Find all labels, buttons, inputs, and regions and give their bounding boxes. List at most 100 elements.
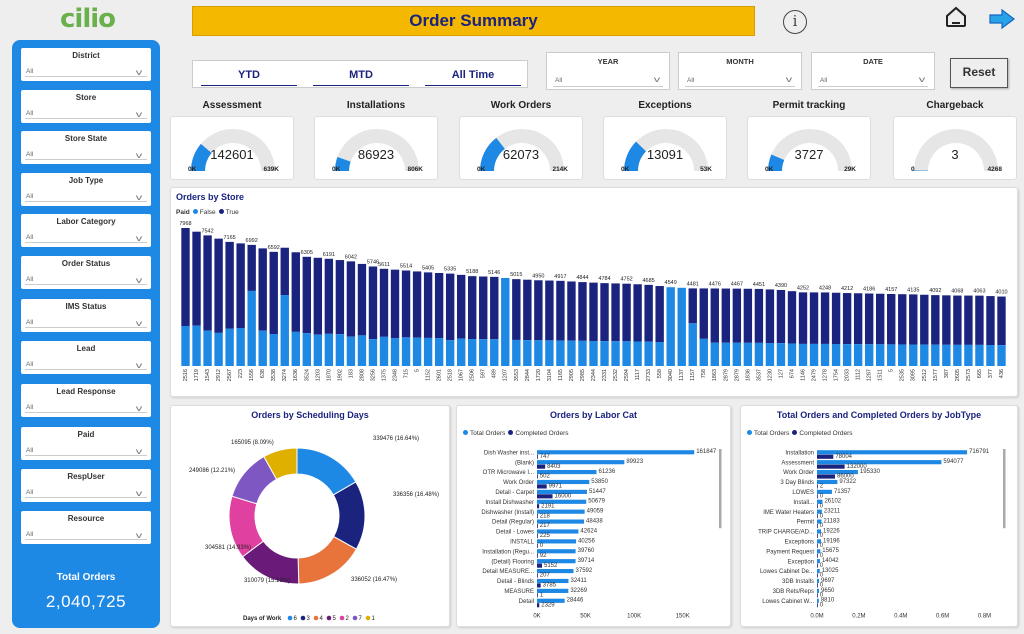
data-label: 4252: [797, 285, 809, 291]
bar-true: [203, 235, 212, 331]
date-dropdown[interactable]: DATE All v: [811, 52, 935, 90]
data-label: 4685: [643, 278, 655, 284]
category-label: MEASURE: [504, 589, 534, 595]
x-tick-label: 0.8M: [978, 613, 991, 619]
info-icon[interactable]: i: [783, 10, 807, 34]
bar-false: [456, 338, 466, 366]
bar-false: [754, 342, 764, 366]
bar-false: [203, 330, 212, 366]
gauge-max: 29K: [844, 166, 856, 173]
data-label: 32411: [570, 578, 587, 584]
data-label: 9971: [549, 484, 563, 490]
x-tick-label: 2905: [569, 369, 575, 381]
category-label: Lowes Cabinet W...: [762, 599, 814, 605]
bar-false: [864, 344, 874, 366]
bar-false: [710, 342, 719, 366]
data-label: 5405: [422, 265, 434, 271]
bar-true: [247, 244, 256, 291]
filter-value: All: [26, 110, 34, 117]
filter-ims-status-dropdown[interactable]: IMS Status All v: [21, 299, 151, 332]
filter-order-status-dropdown[interactable]: Order Status All v: [21, 256, 151, 289]
gauge-max: 4268: [987, 166, 1002, 173]
bar-true: [434, 272, 444, 339]
x-tick-label: 1754: [834, 369, 840, 381]
gauge-min: 0K: [188, 166, 197, 173]
category-label: IME Water Heaters: [763, 510, 814, 516]
year-dropdown[interactable]: YEAR All v: [546, 52, 670, 90]
filter-respuser-dropdown[interactable]: RespUser All v: [21, 469, 151, 502]
filter-lead-dropdown[interactable]: Lead All v: [21, 341, 151, 374]
dropdown-value: All: [555, 77, 563, 84]
filter-district-dropdown[interactable]: District All v: [21, 48, 151, 81]
filter-underline: [25, 412, 147, 413]
filter-label: IMS Status: [65, 302, 107, 311]
bar-true: [468, 276, 477, 340]
bar-false: [401, 337, 411, 366]
filter-label: Labor Category: [56, 217, 116, 226]
data-label: 6992: [246, 238, 258, 244]
gauge-min: 0: [911, 166, 915, 173]
legend-item: 7: [359, 616, 363, 622]
filter-value: All: [26, 404, 34, 411]
x-tick-label: 2879: [734, 369, 740, 381]
filter-paid-dropdown[interactable]: Paid All v: [21, 427, 151, 460]
data-label: 2329: [541, 602, 555, 608]
x-tick-label: 2601: [437, 369, 443, 381]
dropdown-label: YEAR: [597, 57, 619, 66]
category-label: Install Dishwasher: [485, 500, 534, 506]
x-tick-label: 1577: [933, 369, 939, 381]
category-label: Detail: [519, 599, 534, 605]
bar-true: [401, 270, 411, 338]
kpi-title: Assessment: [202, 100, 262, 111]
filter-value: All: [26, 531, 34, 538]
bar-true: [997, 296, 1006, 346]
x-tick-label: 2985: [580, 369, 586, 381]
x-tick-label: 1207: [503, 369, 509, 381]
tab-all-time[interactable]: All Time: [417, 61, 529, 88]
bar-completed: [817, 484, 818, 489]
x-tick-label: 2912: [216, 369, 222, 381]
data-label: 42624: [580, 528, 597, 534]
category-label: Lowes Cabinet De...: [760, 569, 814, 575]
bar-true: [964, 295, 973, 345]
data-label: 4063: [973, 289, 985, 295]
data-label: 747: [540, 454, 551, 460]
data-label: 48438: [586, 518, 603, 524]
gauge-max: 639K: [263, 166, 279, 173]
arrow-right-icon[interactable]: [988, 8, 1016, 30]
home-icon[interactable]: [944, 6, 968, 28]
data-label: 4248: [819, 285, 831, 291]
filter-store-dropdown[interactable]: Store All v: [21, 90, 151, 123]
bar-completed: [537, 603, 540, 608]
x-tick-label: 1375: [381, 369, 387, 381]
x-tick-label: 715: [403, 369, 409, 378]
filter-store-state-dropdown[interactable]: Store State All v: [21, 131, 151, 164]
bar-true: [898, 294, 907, 345]
bar-false: [721, 342, 731, 366]
bar-true: [831, 292, 841, 345]
bar-completed: [817, 563, 818, 568]
bar-false: [368, 339, 378, 366]
data-label: 716791: [969, 449, 990, 455]
data-label: 217: [540, 523, 551, 529]
bar-true: [445, 273, 455, 341]
category-label: Permit: [797, 520, 815, 526]
slice-label: 339476 (16.64%): [373, 436, 419, 442]
bar-completed: [537, 533, 538, 539]
bar-false: [942, 344, 951, 366]
slice-label: 249086 (12.21%): [189, 468, 235, 474]
bar-false: [501, 278, 510, 366]
bar-true: [324, 258, 334, 334]
filter-labor-category-dropdown[interactable]: Labor Category All v: [21, 214, 151, 247]
filter-resource-dropdown[interactable]: Resource All v: [21, 511, 151, 544]
tab-mtd[interactable]: MTD: [305, 61, 417, 88]
filter-lead-response-dropdown[interactable]: Lead Response All v: [21, 384, 151, 417]
tab-ytd[interactable]: YTD: [193, 61, 305, 88]
bar-true: [953, 295, 962, 345]
data-label: 6042: [345, 254, 357, 260]
reset-button[interactable]: Reset: [950, 58, 1008, 88]
filter-job-type-dropdown[interactable]: Job Type All v: [21, 173, 151, 206]
month-dropdown[interactable]: MONTH All v: [678, 52, 802, 90]
x-tick-label: 1137: [679, 369, 685, 381]
filter-underline: [25, 159, 147, 160]
